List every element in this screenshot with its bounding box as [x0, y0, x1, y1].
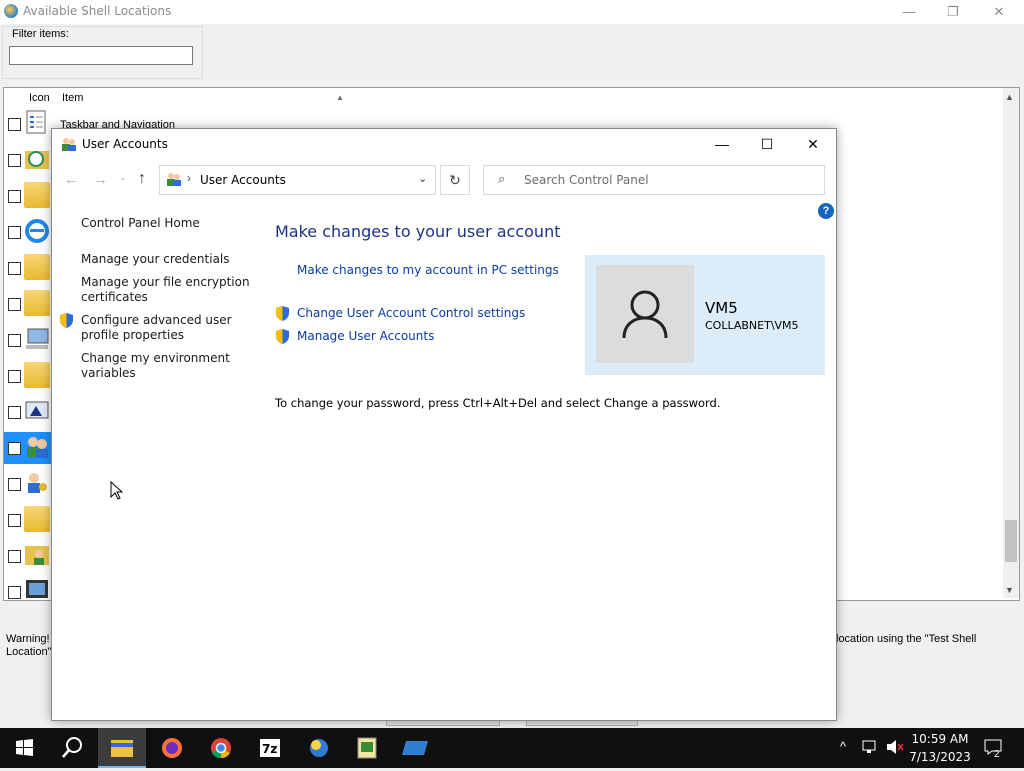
svg-text:7z: 7z: [262, 742, 277, 756]
back-arrow-icon[interactable]: ←: [64, 171, 79, 188]
start-button[interactable]: [0, 728, 48, 768]
row-checkbox[interactable]: [8, 514, 21, 527]
notepad-app-taskbar-icon[interactable]: [343, 728, 391, 768]
network-icon[interactable]: [862, 739, 880, 758]
clock-folder-icon: [24, 146, 50, 172]
computer-icon: [24, 326, 50, 352]
bg-restore-button[interactable]: ❐: [930, 2, 976, 22]
user-silhouette-icon: [622, 290, 668, 339]
manage-credentials-link[interactable]: Manage your credentials: [81, 252, 251, 267]
internet-explorer-icon: [24, 218, 50, 244]
breadcrumb-user-accounts[interactable]: User Accounts: [200, 173, 286, 187]
pc-settings-link[interactable]: Make changes to my account in PC setting…: [297, 263, 559, 277]
row-checkbox[interactable]: [8, 298, 21, 311]
avatar: [596, 265, 694, 363]
manage-user-accounts-link[interactable]: Manage User Accounts: [297, 329, 434, 343]
uac-shield-icon: [276, 306, 289, 321]
scroll-down-icon[interactable]: ▼: [1005, 585, 1014, 595]
row-checkbox[interactable]: [8, 442, 21, 455]
display-settings-icon: [24, 398, 50, 424]
up-arrow-icon[interactable]: ↑: [138, 170, 146, 188]
folder-icon: [24, 290, 50, 316]
sort-ascending-icon: ▲: [336, 93, 344, 102]
row-checkbox[interactable]: [8, 478, 21, 491]
chrome-taskbar-icon[interactable]: [197, 728, 245, 768]
taskbar: 7z ^ 10:59 AM 7/13/2023 2: [0, 728, 1024, 768]
background-window-title: Available Shell Locations: [23, 4, 172, 18]
file-explorer-taskbar-icon[interactable]: [98, 728, 146, 768]
address-bar[interactable]: › User Accounts ⌄: [159, 165, 436, 195]
firefox-taskbar-icon[interactable]: [148, 728, 196, 768]
uac-shield-icon: [276, 329, 289, 344]
app-globe-icon: [4, 4, 18, 18]
advanced-profile-link[interactable]: Configure advanced user profile properti…: [81, 313, 251, 343]
row-checkbox[interactable]: [8, 262, 21, 275]
user-accounts-icon: [24, 434, 50, 460]
user-accounts-icon: [166, 172, 182, 186]
7zip-taskbar-icon[interactable]: 7z: [246, 728, 294, 768]
recent-locations-icon[interactable]: ⌄: [119, 172, 127, 183]
scroll-up-icon[interactable]: ▲: [1005, 92, 1014, 102]
user-key-icon: [24, 470, 50, 496]
filter-input[interactable]: [9, 46, 193, 65]
folder-icon: [24, 506, 50, 532]
row-checkbox[interactable]: [8, 406, 21, 419]
minimize-button[interactable]: —: [699, 129, 745, 159]
chevron-down-icon[interactable]: ⌄: [418, 172, 427, 185]
forward-arrow-icon[interactable]: →: [93, 171, 108, 188]
mouse-cursor-icon: [110, 480, 124, 503]
row-checkbox[interactable]: [8, 550, 21, 563]
clock-date[interactable]: 7/13/2023: [907, 750, 973, 764]
control-panel-home-link[interactable]: Control Panel Home: [81, 216, 251, 231]
file-encryption-link[interactable]: Manage your file encryption certificates: [81, 275, 251, 305]
password-hint: To change your password, press Ctrl+Alt+…: [275, 396, 721, 410]
search-box[interactable]: ⌕ Search Control Panel: [483, 165, 825, 195]
row-checkbox[interactable]: [8, 190, 21, 203]
breadcrumb-chevron-icon[interactable]: ›: [187, 171, 191, 185]
account-domain-id: COLLABNET\VM5: [705, 319, 799, 332]
help-icon[interactable]: ?: [818, 203, 834, 219]
search-icon: ⌕: [498, 171, 506, 186]
column-header-item[interactable]: Item: [62, 92, 83, 104]
user-accounts-window: User Accounts — ☐ ✕ ← → ⌄ ↑ › User Accou…: [51, 128, 837, 721]
uac-settings-link[interactable]: Change User Account Control settings: [297, 306, 525, 320]
user-accounts-icon: [61, 137, 77, 151]
row-checkbox[interactable]: [8, 226, 21, 239]
scrollbar-thumb[interactable]: [1005, 520, 1017, 562]
account-card: VM5 COLLABNET\VM5: [585, 255, 825, 375]
row-checkbox[interactable]: [8, 118, 21, 131]
row-checkbox[interactable]: [8, 586, 21, 599]
row-checkbox[interactable]: [8, 370, 21, 383]
tray-overflow-chevron-icon[interactable]: ^: [840, 739, 846, 754]
refresh-button[interactable]: ↻: [440, 165, 470, 195]
folder-icon: [24, 182, 50, 208]
filter-label: Filter items:: [12, 28, 69, 40]
notification-count-badge: 2: [994, 749, 1000, 760]
environment-variables-link[interactable]: Change my environment variables: [81, 351, 251, 381]
bg-minimize-button[interactable]: —: [886, 2, 932, 22]
column-header-icon[interactable]: Icon: [29, 92, 50, 104]
folder-icon: [24, 362, 50, 388]
uac-shield-icon: [60, 313, 73, 328]
shell-locations-taskbar-icon[interactable]: [295, 728, 343, 768]
page-title: Make changes to your user account: [275, 222, 561, 241]
search-button[interactable]: [48, 728, 96, 768]
volume-muted-icon[interactable]: [886, 739, 904, 758]
clock-time[interactable]: 10:59 AM: [907, 732, 973, 746]
folder-icon: [24, 254, 50, 280]
row-checkbox[interactable]: [8, 334, 21, 347]
bg-close-button[interactable]: ✕: [976, 2, 1022, 22]
row-checkbox[interactable]: [8, 154, 21, 167]
videos-icon: [24, 578, 50, 598]
close-button[interactable]: ✕: [790, 129, 836, 159]
warning-text: Warning! Location": [6, 633, 52, 658]
search-input[interactable]: Search Control Panel: [524, 173, 649, 187]
powershell-taskbar-icon[interactable]: [392, 728, 440, 768]
window-title: User Accounts: [82, 137, 168, 151]
checklist-icon: [24, 110, 50, 136]
maximize-button[interactable]: ☐: [744, 129, 790, 159]
warning-text-continued: location using the "Test Shell: [836, 633, 977, 645]
user-folder-icon: [24, 542, 50, 568]
account-name: VM5: [705, 299, 738, 317]
